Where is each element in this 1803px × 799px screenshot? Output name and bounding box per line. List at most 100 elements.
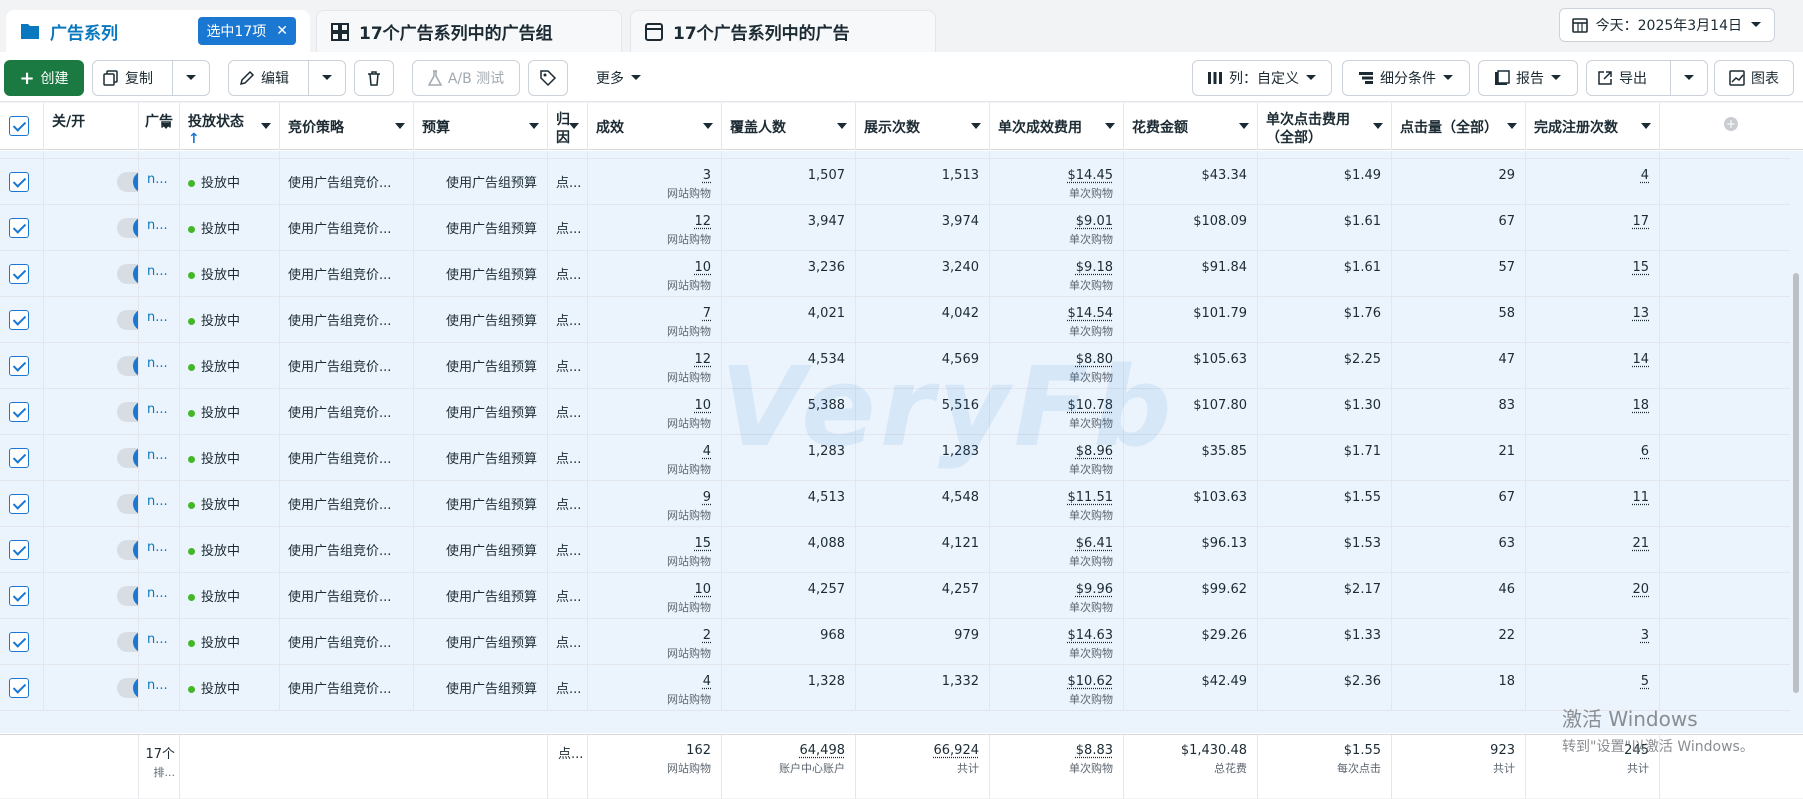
export-dropdown[interactable] [1669, 61, 1707, 95]
totals-cost-per-result: $8.83 单次购物 [990, 735, 1124, 799]
row-checkbox[interactable] [9, 678, 29, 698]
header-delivery[interactable]: 投放状态 ↑ [180, 103, 280, 150]
table-row[interactable]: n... 投放中 使用广告组竞价... 使用广告组预算 点... 4 网站购物 1,328 1,… [0, 665, 1790, 711]
table-row[interactable]: n... 投放中 使用广告组竞价... 使用广告组预算 点... 10 网站购物 5,388 5… [0, 389, 1790, 435]
cell-cpc: $1.49 [1343, 168, 1381, 183]
row-checkbox[interactable] [9, 540, 29, 560]
table-row[interactable]: n... 投放中 使用广告组竞价... 使用广告组预算 点... 3 网站购物 1,507 1,… [0, 159, 1790, 205]
breakdown-button[interactable]: 细分条件 [1342, 60, 1470, 96]
export-button[interactable]: 导出 [1586, 60, 1708, 96]
table-row[interactable]: n... 投放中 使用广告组竞价... 使用广告组预算 点... 10 网站购物 4,257 4… [0, 573, 1790, 619]
table-row[interactable]: n... 投放中 使用广告组竞价... 使用广告组预算 点... 4 网站购物 1,283 1,… [0, 435, 1790, 481]
campaign-name-link[interactable]: n... [139, 343, 179, 371]
header-reach[interactable]: 覆盖人数 [722, 103, 856, 150]
row-checkbox[interactable] [9, 494, 29, 514]
row-checkbox[interactable] [9, 632, 29, 652]
campaign-name-link[interactable]: n... [139, 251, 179, 279]
more-button[interactable]: 更多 [584, 60, 654, 96]
row-toggle[interactable] [117, 355, 138, 377]
header-impressions[interactable]: 展示次数 [856, 103, 990, 150]
delivery-status: 投放中 [180, 435, 279, 467]
campaign-name-link[interactable]: n... [139, 435, 179, 463]
edit-dropdown[interactable] [307, 61, 345, 95]
row-checkbox[interactable] [9, 218, 29, 238]
select-all-checkbox[interactable] [9, 116, 29, 136]
charts-label: 图表 [1751, 71, 1779, 87]
add-column-icon[interactable]: + [1724, 117, 1738, 131]
header-attr[interactable]: 归因 [548, 103, 588, 150]
row-toggle[interactable] [117, 263, 138, 285]
edit-button[interactable]: 编辑 [228, 60, 346, 96]
copy-dropdown[interactable] [171, 61, 209, 95]
row-toggle[interactable] [117, 171, 138, 193]
campaign-name-link[interactable]: n... [139, 527, 179, 555]
row-toggle[interactable] [117, 585, 138, 607]
tab-adsets[interactable]: 17个广告系列中的广告组 [316, 10, 622, 52]
row-checkbox[interactable] [9, 172, 29, 192]
row-toggle[interactable] [117, 447, 138, 469]
row-checkbox[interactable] [9, 586, 29, 606]
header-cpc[interactable]: 单次点击费用（全部） [1258, 103, 1392, 150]
row-toggle[interactable] [117, 631, 138, 653]
header-name[interactable]: 广告 [139, 103, 180, 150]
row-toggle[interactable] [117, 677, 138, 699]
columns-button[interactable]: 列：自定义 [1192, 60, 1332, 96]
header-clicks[interactable]: 点击量（全部） [1392, 103, 1526, 150]
date-range-picker[interactable]: 今天：2025年3月14日 [1558, 8, 1775, 42]
header-budget[interactable]: 预算 [414, 103, 548, 150]
attribution: 点... [556, 544, 582, 559]
tab-ads[interactable]: 17个广告系列中的广告 [630, 10, 936, 52]
row-toggle[interactable] [117, 309, 138, 331]
status-dot-icon [188, 318, 195, 325]
create-label: 创建 [40, 71, 69, 87]
selection-badge[interactable]: 选中17项 ✕ [198, 17, 296, 45]
row-checkbox[interactable] [9, 448, 29, 468]
charts-button[interactable]: 图表 [1714, 60, 1794, 96]
row-toggle[interactable] [117, 539, 138, 561]
tag-button[interactable] [528, 60, 568, 96]
table-row[interactable]: n... 投放中 使用广告组竞价... 使用广告组预算 点... 10 网站购物 3,236 3… [0, 251, 1790, 297]
delete-button[interactable] [354, 60, 394, 96]
row-checkbox[interactable] [9, 356, 29, 376]
row-checkbox[interactable] [9, 310, 29, 330]
campaign-name-link[interactable]: n... [139, 159, 179, 187]
table-row[interactable]: n... 投放中 使用广告组竞价... 使用广告组预算 点... 12 网站购物 4,534 4… [0, 343, 1790, 389]
campaign-name-link[interactable]: n... [139, 665, 179, 693]
header-spend[interactable]: 花费金额 [1124, 103, 1258, 150]
row-toggle[interactable] [117, 401, 138, 423]
campaign-name-link[interactable]: n... [139, 205, 179, 233]
copy-button[interactable]: 复制 [92, 60, 210, 96]
header-registrations[interactable]: 完成注册次数 [1526, 103, 1660, 150]
header-results[interactable]: 成效 [588, 103, 722, 150]
campaign-name-link[interactable]: n... [139, 481, 179, 509]
row-checkbox[interactable] [9, 402, 29, 422]
campaign-name-link[interactable]: n... [139, 297, 179, 325]
table-row[interactable]: n... 投放中 使用广告组竞价... 使用广告组预算 点... 12 网站购物 3,947 3… [0, 205, 1790, 251]
row-toggle[interactable] [117, 217, 138, 239]
row-checkbox[interactable] [9, 264, 29, 284]
attribution: 点... [556, 360, 582, 375]
campaign-name-link[interactable]: n... [139, 619, 179, 647]
cell-impr: 1,332 [941, 674, 979, 689]
header-onoff[interactable]: 关/开 [44, 103, 139, 150]
ab-test-button[interactable]: A/B 测试 [412, 60, 520, 96]
chevron-down-icon [631, 75, 641, 80]
cell-results: 12 [694, 352, 711, 367]
cell-results: 4 [702, 674, 711, 689]
campaign-name-link[interactable]: n... [139, 573, 179, 601]
table-row[interactable]: n... 投放中 使用广告组竞价... 使用广告组预算 点... 9 网站购物 4,513 4,… [0, 481, 1790, 527]
select-all-cell [0, 103, 44, 150]
table-row[interactable]: n... 投放中 使用广告组竞价... 使用广告组预算 点... 2 网站购物 968 979 $… [0, 619, 1790, 665]
vertical-scrollbar[interactable] [1793, 273, 1799, 693]
table-row-partial[interactable] [0, 151, 1790, 159]
close-icon[interactable]: ✕ [276, 23, 288, 39]
header-bid[interactable]: 竞价策略 [280, 103, 414, 150]
table-row[interactable]: n... 投放中 使用广告组竞价... 使用广告组预算 点... 7 网站购物 4,021 4,… [0, 297, 1790, 343]
create-button[interactable]: + 创建 [4, 60, 84, 96]
campaign-name-link[interactable]: n... [139, 389, 179, 417]
row-toggle[interactable] [117, 493, 138, 515]
table-row[interactable]: n... 投放中 使用广告组竞价... 使用广告组预算 点... 15 网站购物 4,088 4… [0, 527, 1790, 573]
reports-button[interactable]: 报告 [1478, 60, 1578, 96]
header-cost-per-result[interactable]: 单次成效费用 [990, 103, 1124, 150]
tab-campaigns[interactable]: 广告系列 选中17项 ✕ [6, 10, 310, 52]
